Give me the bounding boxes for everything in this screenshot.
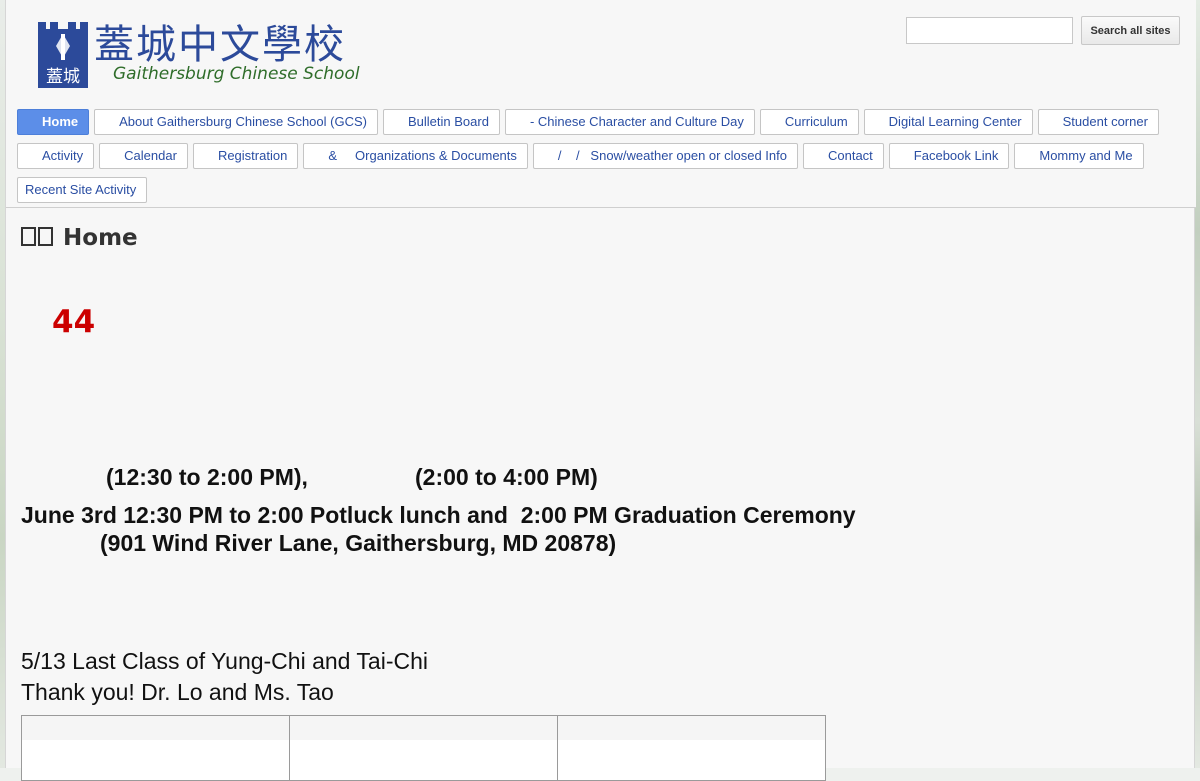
- nav-student-corner[interactable]: Student corner: [1037, 109, 1159, 135]
- photo-placeholder: [290, 740, 557, 780]
- time-slot-first: (12:30 to 2:00 PM),: [106, 464, 308, 490]
- photo-placeholder: [22, 740, 289, 780]
- photo-placeholder: [558, 740, 825, 780]
- page-container: 蓋城 蓋城中文學校 Gaithersburg Chinese School Se…: [5, 0, 1196, 781]
- photo-table: [21, 715, 826, 781]
- site-header: 蓋城 蓋城中文學校 Gaithersburg Chinese School Se…: [6, 0, 1196, 208]
- nav-snow-weather-info[interactable]: / / Snow/weather open or closed Info: [532, 143, 798, 169]
- search-input[interactable]: [906, 17, 1073, 44]
- logo-english-name: Gaithersburg Chinese School: [113, 64, 360, 84]
- nav-curriculum[interactable]: Curriculum: [759, 109, 859, 135]
- missing-glyph-icon: [21, 227, 36, 246]
- nav-registration[interactable]: Registration: [192, 143, 299, 169]
- missing-glyph-icon: [38, 227, 53, 246]
- time-slot-second: (2:00 to 4:00 PM): [415, 464, 598, 490]
- last-class-notice: 5/13 Last Class of Yung-Chi and Tai-Chi: [21, 648, 429, 674]
- highlight-count: 44: [52, 304, 96, 340]
- nav-activity[interactable]: Activity: [17, 143, 95, 169]
- nav-character-culture-day[interactable]: - Chinese Character and Culture Day: [504, 109, 755, 135]
- nav-contact[interactable]: Contact: [802, 143, 884, 169]
- photo-cell: [557, 715, 826, 781]
- nav-facebook-link[interactable]: Facebook Link: [888, 143, 1010, 169]
- castle-emblem-icon: 蓋城: [38, 22, 88, 88]
- nav-row-3: Recent Site Activity: [17, 177, 1187, 203]
- logo-chinese-name: 蓋城中文學校: [94, 22, 346, 68]
- thank-you-note: Thank you! Dr. Lo and Ms. Tao: [21, 679, 334, 705]
- nav-mommy-and-me[interactable]: Mommy and Me: [1014, 143, 1144, 169]
- nav-bulletin-board[interactable]: Bulletin Board: [382, 109, 500, 135]
- nav-calendar[interactable]: Calendar: [99, 143, 188, 169]
- nav-recent-site-activity[interactable]: Recent Site Activity: [17, 177, 148, 203]
- photo-cell: [21, 715, 290, 781]
- nav-home[interactable]: Home: [17, 109, 90, 135]
- main-navigation: Home About Gaithersburg Chinese School (…: [17, 109, 1187, 211]
- search-all-sites-button[interactable]: Search all sites: [1081, 16, 1180, 45]
- nav-row-2: Activity Calendar Registration & Organiz…: [17, 143, 1187, 169]
- page-title-text: Home: [63, 225, 138, 251]
- nav-about[interactable]: About Gaithersburg Chinese School (GCS): [94, 109, 378, 135]
- table-row: [21, 715, 826, 781]
- event-address: (901 Wind River Lane, Gaithersburg, MD 2…: [100, 530, 617, 556]
- site-logo[interactable]: 蓋城 蓋城中文學校 Gaithersburg Chinese School: [36, 18, 396, 92]
- nav-digital-learning-center[interactable]: Digital Learning Center: [863, 109, 1033, 135]
- graduation-announcement: June 3rd 12:30 PM to 2:00 Potluck lunch …: [21, 502, 856, 528]
- emblem-text: 蓋城: [46, 67, 80, 87]
- nav-row-1: Home About Gaithersburg Chinese School (…: [17, 109, 1187, 135]
- photo-cell: [289, 715, 558, 781]
- nav-organizations-documents[interactable]: & Organizations & Documents: [303, 143, 528, 169]
- page-title: Home: [21, 225, 138, 251]
